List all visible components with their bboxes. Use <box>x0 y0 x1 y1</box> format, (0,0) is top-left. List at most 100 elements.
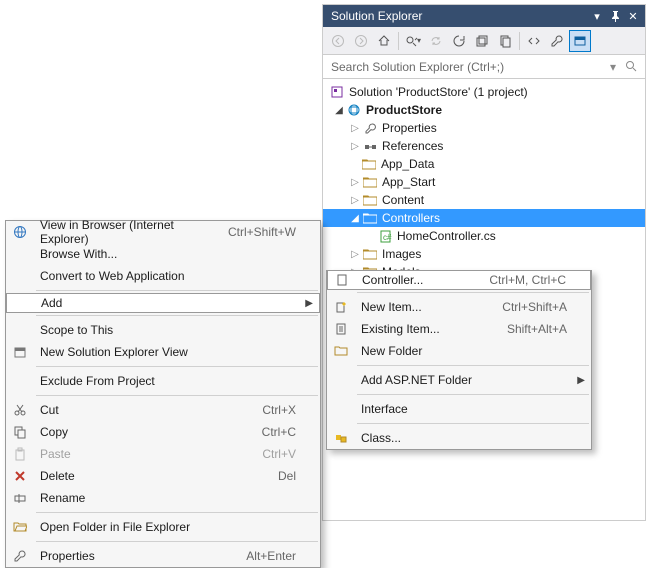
paste-icon <box>6 443 34 465</box>
forward-icon[interactable] <box>350 30 372 52</box>
expand-arrow-icon[interactable] <box>349 141 361 152</box>
project-node[interactable]: ProductStore <box>323 101 645 119</box>
menu-shortcut: Ctrl+V <box>242 447 296 461</box>
cut-icon <box>6 399 34 421</box>
expand-arrow-icon[interactable] <box>333 105 345 116</box>
copy-icon <box>6 421 34 443</box>
expand-arrow-icon[interactable] <box>349 177 361 188</box>
menu-shortcut: Alt+Enter <box>226 549 296 563</box>
rename-icon <box>6 487 34 509</box>
menu-interface[interactable]: Interface <box>327 398 591 420</box>
project-label: ProductStore <box>366 103 442 117</box>
expand-arrow-icon[interactable] <box>349 249 361 260</box>
preview-icon[interactable] <box>569 30 591 52</box>
sync-icon[interactable] <box>425 30 447 52</box>
refresh-icon[interactable] <box>448 30 470 52</box>
csharp-file-icon: c# <box>377 228 393 244</box>
menu-label: Copy <box>40 425 242 439</box>
search-dropdown-icon[interactable]: ▾ <box>605 59 621 75</box>
context-menu-add: Controller...Ctrl+M, Ctrl+C New Item...C… <box>326 270 592 450</box>
class-icon <box>327 427 355 449</box>
menu-new-view[interactable]: New Solution Explorer View <box>6 341 320 363</box>
menu-scope[interactable]: Scope to This <box>6 319 320 341</box>
panel-header-controls: ▾ ✕ <box>589 8 641 24</box>
menu-copy[interactable]: CopyCtrl+C <box>6 421 320 443</box>
tree-item-properties[interactable]: Properties <box>323 119 645 137</box>
menu-rename[interactable]: Rename <box>6 487 320 509</box>
menu-new-folder[interactable]: New Folder <box>327 340 591 362</box>
solution-label: Solution 'ProductStore' (1 project) <box>349 85 528 99</box>
menu-existing-item[interactable]: Existing Item...Shift+Alt+A <box>327 318 591 340</box>
menu-properties[interactable]: PropertiesAlt+Enter <box>6 545 320 567</box>
menu-separator <box>357 292 589 293</box>
menu-class[interactable]: Class... <box>327 427 591 449</box>
home-icon[interactable] <box>373 30 395 52</box>
toolbar-separator <box>398 32 399 50</box>
search-icon[interactable] <box>623 59 639 75</box>
menu-separator <box>357 394 589 395</box>
menu-shortcut: Ctrl+Shift+W <box>208 225 296 239</box>
menu-label: New Folder <box>361 344 567 358</box>
menu-controller[interactable]: Controller...Ctrl+M, Ctrl+C <box>327 270 591 290</box>
item-label: References <box>382 139 443 153</box>
menu-separator <box>357 365 589 366</box>
folder-icon <box>362 246 378 262</box>
menu-label: Convert to Web Application <box>40 269 296 283</box>
menu-paste: PasteCtrl+V <box>6 443 320 465</box>
item-label: Images <box>382 247 421 261</box>
menu-label: Add ASP.NET Folder <box>361 373 567 387</box>
show-all-files-icon[interactable] <box>494 30 516 52</box>
tree-item-content[interactable]: Content <box>323 191 645 209</box>
menu-exclude[interactable]: Exclude From Project <box>6 370 320 392</box>
dropdown-icon[interactable]: ▾ <box>589 8 605 24</box>
close-icon[interactable]: ✕ <box>625 8 641 24</box>
collapse-all-icon[interactable] <box>471 30 493 52</box>
menu-shortcut: Ctrl+M, Ctrl+C <box>469 273 566 287</box>
tree-item-references[interactable]: References <box>323 137 645 155</box>
menu-open-folder[interactable]: Open Folder in File Explorer <box>6 516 320 538</box>
tree-item-controllers[interactable]: Controllers <box>323 209 645 227</box>
back-icon[interactable] <box>327 30 349 52</box>
panel-header: Solution Explorer ▾ ✕ <box>323 5 645 27</box>
search-input[interactable] <box>329 59 605 75</box>
view-code-icon[interactable] <box>523 30 545 52</box>
menu-label: New Solution Explorer View <box>40 345 296 359</box>
scope-icon[interactable]: ▾ <box>402 30 424 52</box>
menu-convert[interactable]: Convert to Web Application <box>6 265 320 287</box>
menu-add-aspnet[interactable]: Add ASP.NET Folder▶ <box>327 369 591 391</box>
menu-shortcut: Del <box>258 469 296 483</box>
menu-delete[interactable]: DeleteDel <box>6 465 320 487</box>
menu-label: Browse With... <box>40 247 296 261</box>
expand-arrow-icon[interactable] <box>349 213 361 224</box>
menu-label: Rename <box>40 491 296 505</box>
existing-item-icon <box>327 318 355 340</box>
menu-label: Interface <box>361 402 567 416</box>
menu-cut[interactable]: CutCtrl+X <box>6 399 320 421</box>
pin-icon[interactable] <box>607 8 623 24</box>
tree-item-images[interactable]: Images <box>323 245 645 263</box>
menu-browse-with[interactable]: Browse With... <box>6 243 320 265</box>
menu-shortcut: Ctrl+X <box>242 403 296 417</box>
tree-item-appdata[interactable]: App_Data <box>323 155 645 173</box>
menu-shortcut: Shift+Alt+A <box>487 322 567 336</box>
menu-separator <box>36 315 318 316</box>
menu-label: View in Browser (Internet Explorer) <box>40 218 208 246</box>
expand-arrow-icon[interactable] <box>349 195 361 206</box>
folder-icon <box>362 192 378 208</box>
tree-item-appstart[interactable]: App_Start <box>323 173 645 191</box>
expand-arrow-icon[interactable] <box>349 123 361 134</box>
solution-node[interactable]: Solution 'ProductStore' (1 project) <box>323 83 645 101</box>
menu-label: Properties <box>40 549 226 563</box>
tree-item-homecontroller[interactable]: c# HomeController.cs <box>323 227 645 245</box>
properties-icon[interactable] <box>546 30 568 52</box>
menu-label: Paste <box>40 447 242 461</box>
item-label: Properties <box>382 121 437 135</box>
menu-label: Cut <box>40 403 242 417</box>
new-view-icon <box>6 341 34 363</box>
menu-view-in-browser[interactable]: View in Browser (Internet Explorer) Ctrl… <box>6 221 320 243</box>
toolbar-separator <box>519 32 520 50</box>
menu-new-item[interactable]: New Item...Ctrl+Shift+A <box>327 296 591 318</box>
menu-separator <box>36 395 318 396</box>
menu-add[interactable]: Add▶ <box>6 293 320 313</box>
menu-label: Add <box>41 296 295 310</box>
